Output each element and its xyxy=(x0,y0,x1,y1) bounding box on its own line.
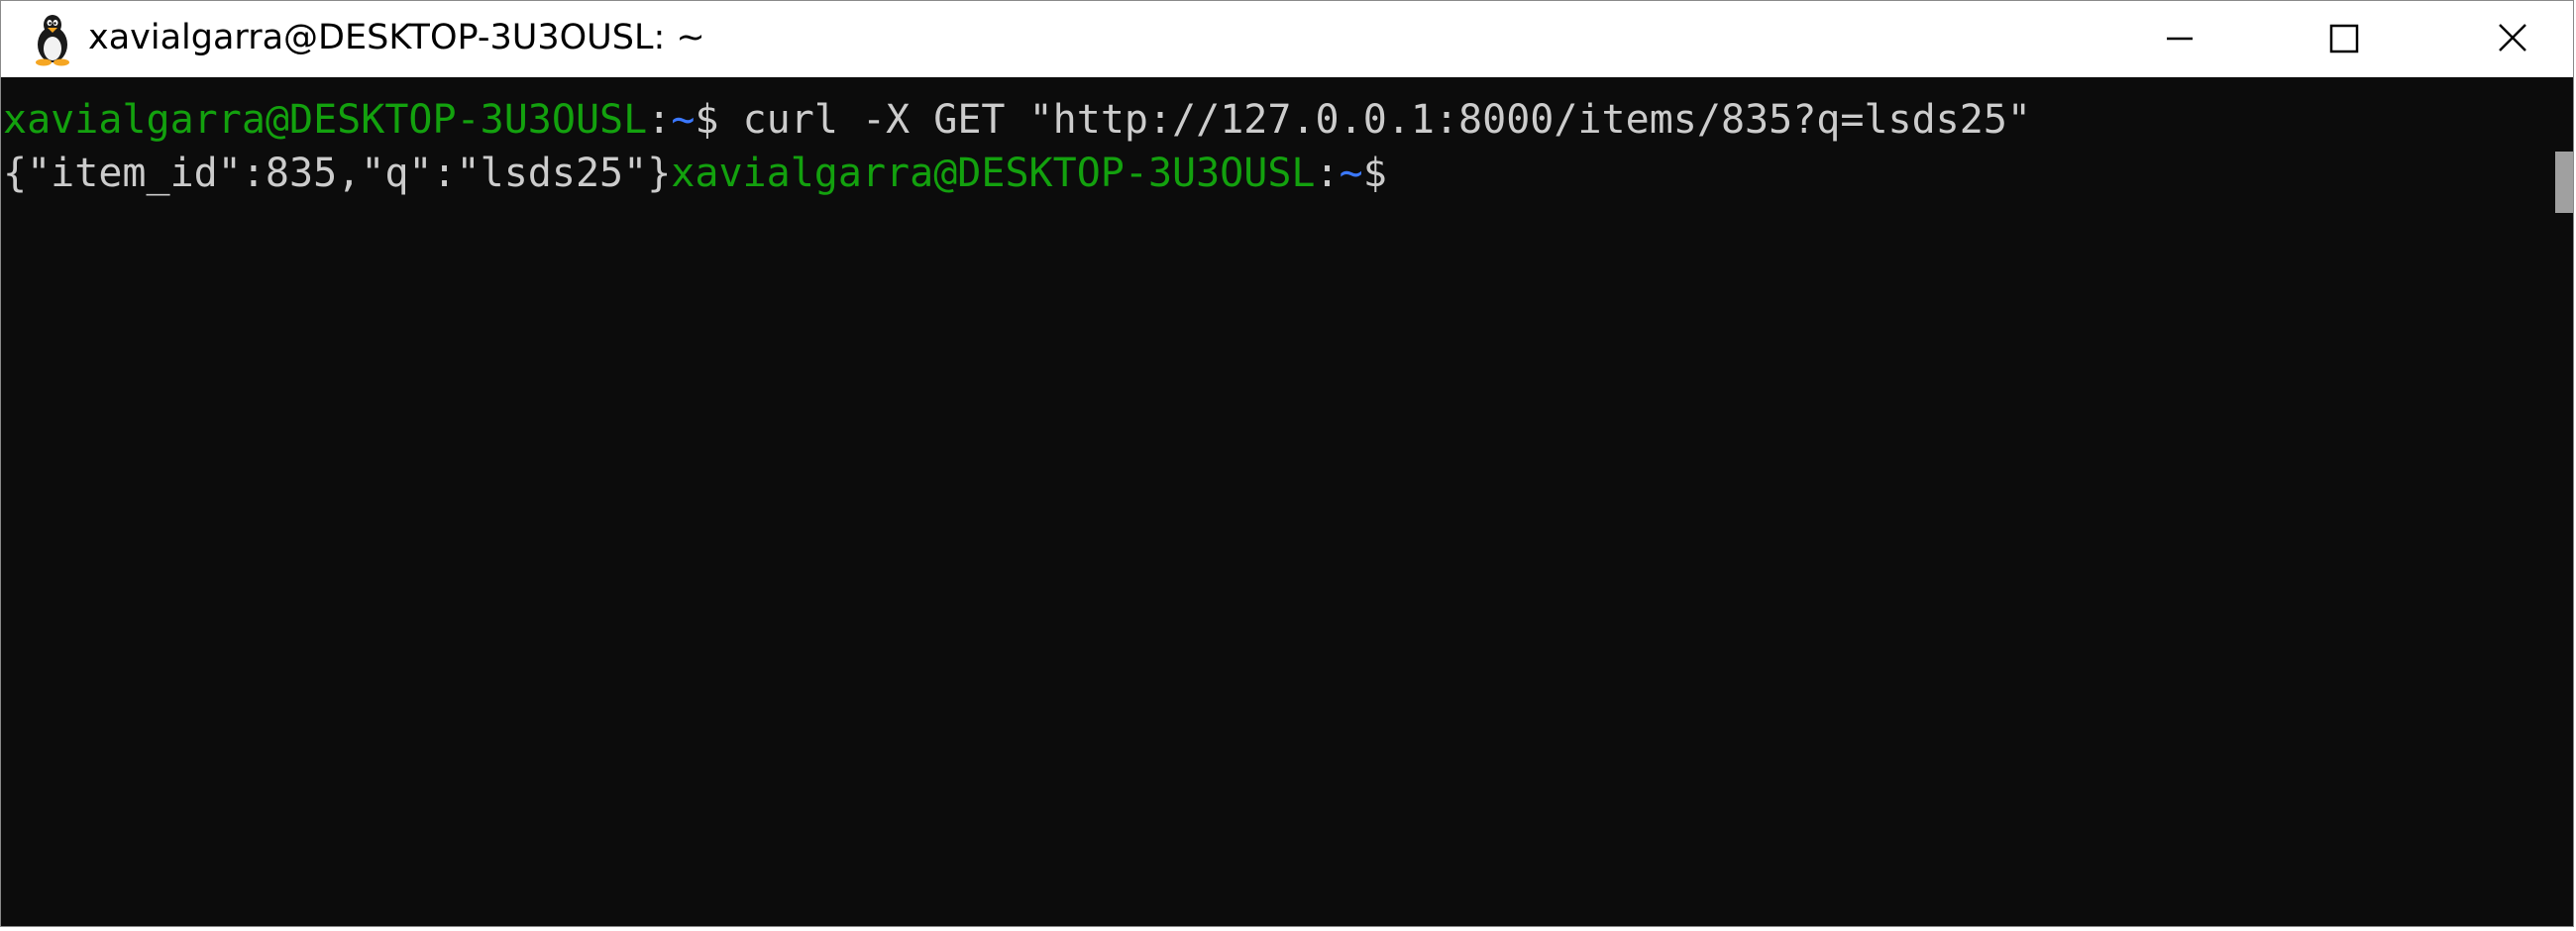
command-output: {"item_id":835,"q":"lsds25"} xyxy=(3,151,672,196)
prompt-user-host: xavialgarra@DESKTOP-3U3OUSL xyxy=(3,97,648,143)
minimize-button[interactable] xyxy=(2099,1,2258,77)
window-title: xavialgarra@DESKTOP-3U3OUSL: ~ xyxy=(88,18,705,57)
prompt-symbol: $ xyxy=(695,97,719,143)
scrollbar-thumb[interactable] xyxy=(2555,152,2573,213)
terminal-line-command: xavialgarra@DESKTOP-3U3OUSL:~$ curl -X G… xyxy=(3,93,2031,147)
linux-penguin-icon[interactable] xyxy=(23,11,82,66)
maximize-icon xyxy=(2329,24,2359,53)
maximize-button[interactable] xyxy=(2264,1,2422,77)
prompt-path: ~ xyxy=(1339,151,1363,196)
prompt-user-host: xavialgarra@DESKTOP-3U3OUSL xyxy=(671,151,1316,196)
prompt-path: ~ xyxy=(671,97,696,143)
command-text: curl -X GET "http://127.0.0.1:8000/items… xyxy=(718,97,2032,143)
minimize-icon xyxy=(2167,37,2193,41)
vertical-scrollbar[interactable] xyxy=(2553,77,2573,926)
prompt-colon: : xyxy=(1315,151,1340,196)
title-bar[interactable]: xavialgarra@DESKTOP-3U3OUSL: ~ xyxy=(1,1,2573,77)
close-icon xyxy=(2499,24,2526,52)
terminal-line-output: {"item_id":835,"q":"lsds25"}xavialgarra@… xyxy=(3,147,1387,200)
close-button[interactable] xyxy=(2432,1,2573,77)
prompt-colon: : xyxy=(647,97,672,143)
terminal-output[interactable]: xavialgarra@DESKTOP-3U3OUSL:~$ curl -X G… xyxy=(1,77,2553,926)
terminal-window: xavialgarra@DESKTOP-3U3OUSL: ~ xavialgar… xyxy=(0,0,2574,927)
prompt-symbol: $ xyxy=(1362,151,1387,196)
